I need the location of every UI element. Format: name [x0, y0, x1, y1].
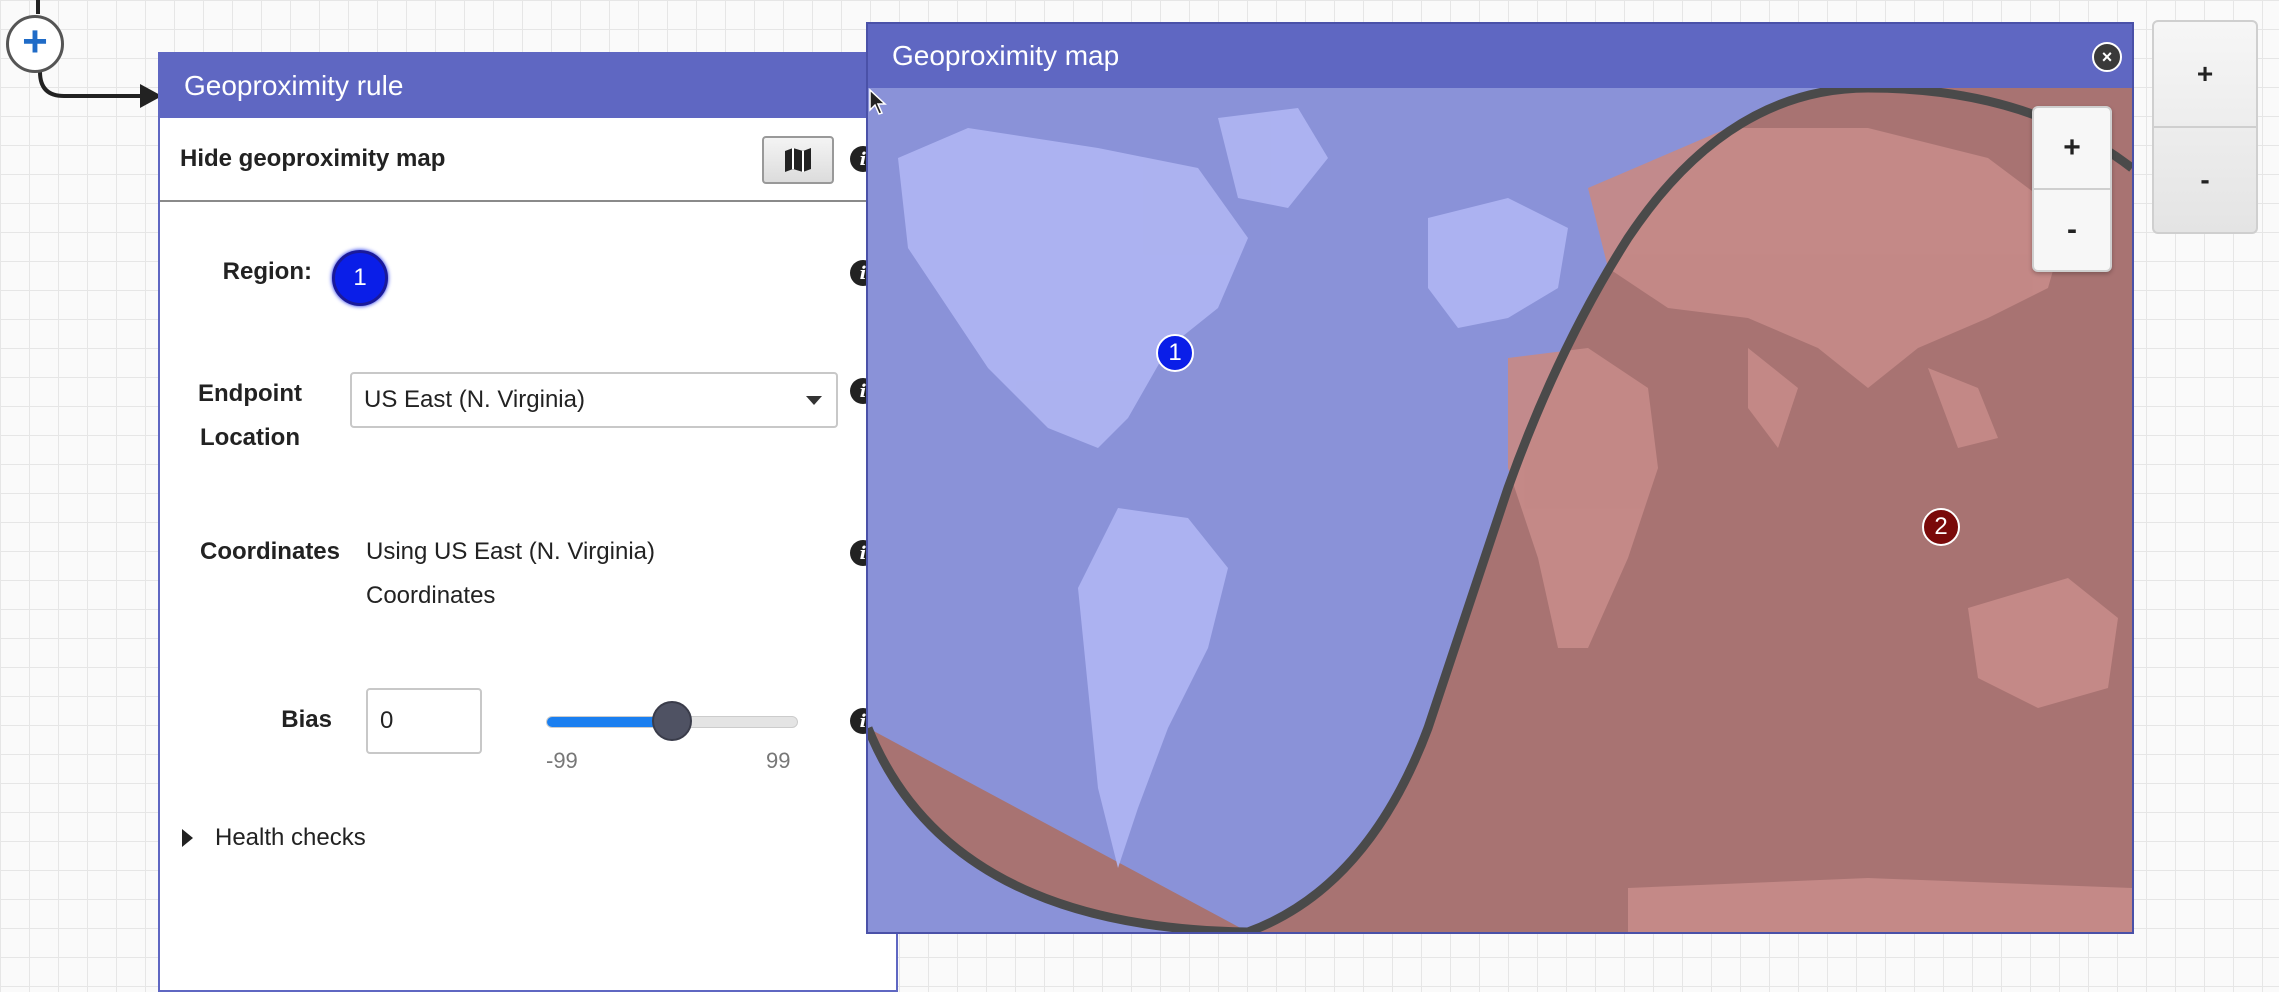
coordinates-value: Using US East (N. Virginia) Coordinates — [366, 530, 655, 618]
geoproximity-map-window: Geoproximity map × + - 1 2 — [866, 22, 2134, 934]
map-zoom-out-button[interactable]: - — [2034, 188, 2110, 270]
region-badge: 1 — [332, 250, 388, 306]
coordinates-line1: Using US East (N. Virginia) — [366, 538, 655, 565]
endpoint-label-line2: Location — [200, 424, 300, 451]
canvas-zoom-in-button[interactable]: + — [2154, 22, 2256, 126]
coordinates-label: Coordinates — [199, 538, 340, 565]
add-rule-button[interactable]: + — [6, 15, 64, 73]
health-checks-toggle[interactable]: Health checks — [182, 824, 366, 852]
health-checks-label: Health checks — [215, 824, 366, 851]
endpoint-label: Endpoint Location — [180, 372, 320, 460]
endpoint-location-select[interactable]: US East (N. Virginia) — [350, 372, 838, 428]
rule-panel-title: Geoproximity rule — [160, 54, 896, 118]
bias-min-label: -99 — [546, 748, 578, 773]
chevron-down-icon — [806, 396, 822, 405]
caret-right-icon — [182, 829, 193, 847]
geoproximity-rule-panel: Geoproximity rule Hide geoproximity map … — [158, 52, 898, 992]
coordinates-line2: Coordinates — [366, 582, 496, 609]
map-window-header: Geoproximity map × — [868, 24, 2132, 88]
bias-slider-thumb[interactable] — [652, 701, 692, 741]
map-zoom-in-button[interactable]: + — [2034, 108, 2110, 188]
map-icon — [785, 148, 811, 172]
region-label: Region: — [222, 258, 312, 285]
map-zoom-controls: + - — [2032, 106, 2112, 272]
endpoint-label-line1: Endpoint — [198, 380, 302, 407]
region-2-marker[interactable]: 2 — [1922, 508, 1960, 546]
hide-map-label: Hide geoproximity map — [180, 145, 446, 172]
canvas-zoom-out-button[interactable]: - — [2154, 126, 2256, 232]
bias-label: Bias — [281, 706, 332, 733]
rule-toolbar: Hide geoproximity map i — [160, 118, 896, 202]
canvas-zoom-controls: + - — [2152, 20, 2258, 234]
map-toggle-button[interactable] — [762, 136, 834, 184]
map-canvas[interactable]: + - 1 2 — [868, 88, 2132, 932]
bias-max-label: 99 — [766, 748, 791, 773]
bias-slider[interactable] — [546, 701, 798, 741]
mouse-cursor-icon — [869, 88, 887, 115]
close-icon[interactable]: × — [2092, 42, 2122, 72]
plus-icon: + — [22, 17, 48, 66]
bias-input[interactable]: 0 — [366, 688, 482, 754]
map-window-title: Geoproximity map — [892, 40, 1120, 71]
region-1-marker[interactable]: 1 — [1156, 334, 1194, 372]
endpoint-location-value: US East (N. Virginia) — [364, 386, 585, 413]
